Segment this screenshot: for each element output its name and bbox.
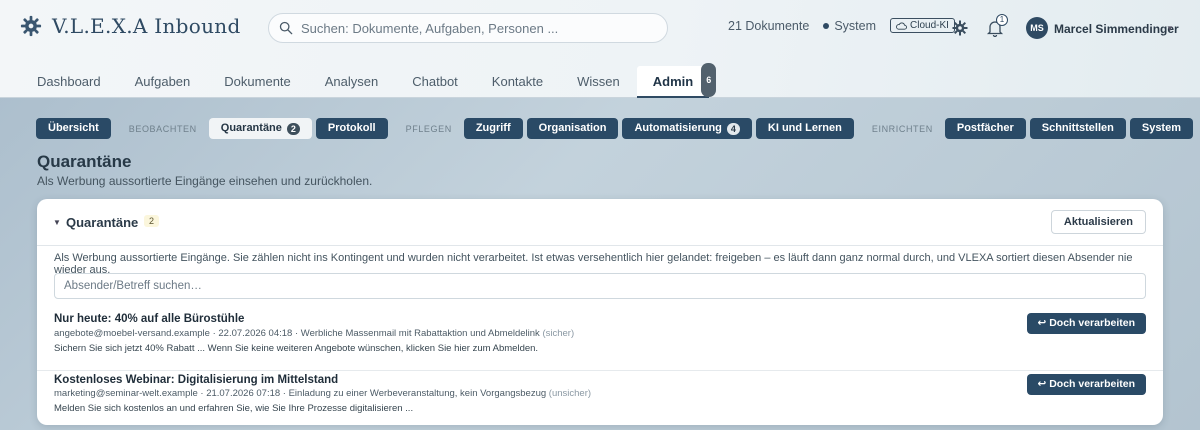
user-name[interactable]: Marcel Simmendinger	[1054, 22, 1179, 36]
card-count-badge: 2	[144, 215, 160, 227]
page-title: Quarantäne	[37, 152, 132, 171]
quarantine-label: Quarantäne	[220, 122, 282, 134]
subnav-interfaces-button[interactable]: Schnittstellen	[1029, 118, 1126, 139]
card-header[interactable]: ▼ Quarantäne 2 Aktualisieren	[37, 199, 1163, 246]
header-status: 21 Dokumente System Cloud-KI	[728, 18, 973, 33]
system-label: System	[834, 18, 876, 33]
gear-logo-icon	[20, 15, 42, 37]
document-count: 21 Dokumente	[728, 18, 810, 33]
process-anyway-button[interactable]: ↩ Doch verarbeiten	[1026, 374, 1146, 395]
subnav-overview-button[interactable]: Übersicht	[36, 118, 111, 139]
item-certainty: (unsicher)	[548, 388, 592, 399]
cloud-ai-badge[interactable]: Cloud-KI	[890, 18, 955, 33]
item-certainty: (sicher)	[542, 328, 575, 339]
tab-admin-label: Admin	[652, 74, 694, 89]
list-item: Kostenloses Webinar: Digitalisierung im …	[37, 371, 1163, 425]
section-label-maintain: PFLEGEN	[405, 123, 452, 134]
item-subject: Kostenloses Webinar: Digitalisierung im …	[54, 374, 339, 386]
page-subtitle: Als Werbung aussortierte Eingänge einseh…	[37, 174, 373, 188]
search-input[interactable]	[301, 20, 641, 36]
cloud-badge-label: Cloud-KI	[910, 20, 949, 31]
item-meta-text: angebote@moebel-versand.example · 22.07.…	[54, 328, 540, 339]
tab-dokumente[interactable]: Dokumente	[207, 66, 307, 98]
tab-admin[interactable]: Admin 6	[636, 63, 717, 98]
subnav-access-button[interactable]: Zugriff	[463, 118, 523, 139]
quarantine-card: ▼ Quarantäne 2 Aktualisieren Als Werbung…	[37, 199, 1163, 425]
status-dot-icon	[823, 22, 830, 29]
main-tabs: Dashboard Aufgaben Dokumente Analysen Ch…	[20, 63, 717, 98]
tab-kontakte[interactable]: Kontakte	[475, 66, 560, 98]
admin-subnav: Übersicht BEOBACHTEN Quarantäne 2 Protok…	[36, 118, 1193, 139]
collapse-caret-icon[interactable]: ▼	[53, 218, 61, 227]
chevron-down-icon[interactable]: ▼	[1166, 24, 1174, 33]
subnav-ai-button[interactable]: KI und Lernen	[755, 118, 854, 139]
tab-analysen[interactable]: Analysen	[308, 66, 395, 98]
brand-name: V.L.E.X.A Inbound	[52, 14, 241, 38]
search-icon	[279, 21, 293, 35]
admin-count-badge: 6	[701, 63, 717, 97]
subnav-system-button[interactable]: System	[1129, 118, 1193, 139]
sender-subject-search-input[interactable]	[54, 273, 1146, 299]
subnav-automation-button[interactable]: Automatisierung 4	[622, 118, 752, 139]
avatar[interactable]: MS	[1026, 17, 1048, 39]
tab-wissen[interactable]: Wissen	[560, 66, 637, 98]
system-status[interactable]: System	[823, 19, 876, 33]
card-title: Quarantäne	[66, 215, 139, 230]
tab-aufgaben[interactable]: Aufgaben	[118, 66, 208, 98]
subnav-quarantine-button[interactable]: Quarantäne 2	[208, 118, 312, 139]
item-meta: marketing@seminar-welt.example · 21.07.2…	[54, 388, 591, 399]
tab-dashboard[interactable]: Dashboard	[20, 66, 118, 98]
notification-count-badge: 1	[996, 14, 1008, 26]
item-meta: angebote@moebel-versand.example · 22.07.…	[54, 328, 574, 339]
automation-label: Automatisierung	[634, 122, 722, 134]
settings-gear-icon[interactable]	[952, 20, 968, 36]
top-header: V.L.E.X.A Inbound 21 Dokumente System Cl…	[0, 0, 1200, 98]
item-meta-text: marketing@seminar-welt.example · 21.07.2…	[54, 388, 547, 399]
quarantine-count-badge: 2	[286, 122, 300, 135]
item-subject: Nur heute: 40% auf alle Bürostühle	[54, 313, 245, 325]
cloud-icon	[896, 22, 907, 30]
item-snippet: Sichern Sie sich jetzt 40% Rabatt ... We…	[54, 343, 539, 354]
subnav-protocol-button[interactable]: Protokoll	[315, 118, 388, 139]
subnav-mailboxes-button[interactable]: Postfächer	[944, 118, 1026, 139]
item-snippet: Melden Sie sich kostenlos an und erfahre…	[54, 403, 414, 414]
tab-chatbot[interactable]: Chatbot	[395, 66, 475, 98]
refresh-button[interactable]: Aktualisieren	[1050, 210, 1146, 234]
list-item: Nur heute: 40% auf alle Bürostühle angeb…	[37, 309, 1163, 371]
process-anyway-button[interactable]: ↩ Doch verarbeiten	[1026, 313, 1146, 334]
brand[interactable]: V.L.E.X.A Inbound	[20, 14, 241, 38]
section-label-observe: BEOBACHTEN	[128, 123, 197, 134]
subnav-organisation-button[interactable]: Organisation	[526, 118, 619, 139]
automation-count-badge: 4	[726, 122, 740, 135]
global-search[interactable]	[268, 13, 668, 43]
section-label-setup: EINRICHTEN	[871, 123, 933, 134]
